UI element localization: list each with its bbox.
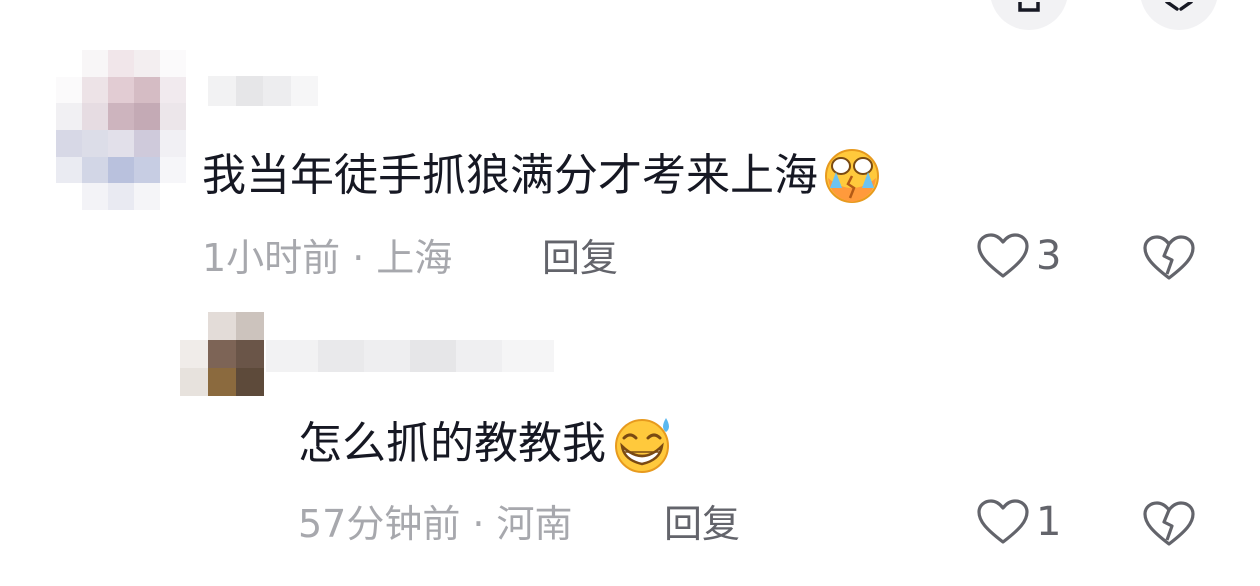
location: 河南 [496,502,573,546]
avatar[interactable] [180,312,264,396]
close-button[interactable] [1140,0,1218,30]
comment-body: 怎么抓的教教我 [298,418,606,469]
separator: · [472,502,485,546]
heart-icon [977,233,1029,278]
location: 上海 [376,236,453,280]
reply-button[interactable]: 回复 [542,236,618,280]
username[interactable] [208,76,318,106]
separator: · [352,236,365,280]
grinning-sweat-face-icon [615,418,669,473]
crying-face-icon [825,149,879,203]
comment-body: 我当年徒手抓狼满分才考来上海 [202,150,818,201]
broken-heart-icon [1143,501,1195,546]
like-count: 3 [1036,233,1062,279]
like-button[interactable]: 1 [976,498,1061,546]
comment-text: 怎么抓的教教我 [298,414,676,474]
like-count: 1 [1036,499,1062,545]
comment-text: 我当年徒手抓狼满分才考来上海 [202,148,882,204]
reply-button[interactable]: 回复 [664,502,740,546]
share-icon [1018,2,1040,12]
avatar[interactable] [56,50,186,210]
close-icon [1165,2,1193,11]
share-button[interactable] [990,0,1068,30]
dislike-button[interactable] [1142,500,1196,552]
username[interactable] [266,340,554,372]
timestamp: 57分钟前 [298,502,461,546]
comment-meta: 57分钟前 · 河南 [298,502,572,546]
dislike-button[interactable] [1142,234,1196,286]
heart-icon [977,499,1029,544]
like-button[interactable]: 3 [976,232,1061,280]
broken-heart-icon [1143,235,1195,280]
timestamp: 1小时前 [202,236,341,280]
comment-meta: 1小时前 · 上海 [202,236,452,280]
